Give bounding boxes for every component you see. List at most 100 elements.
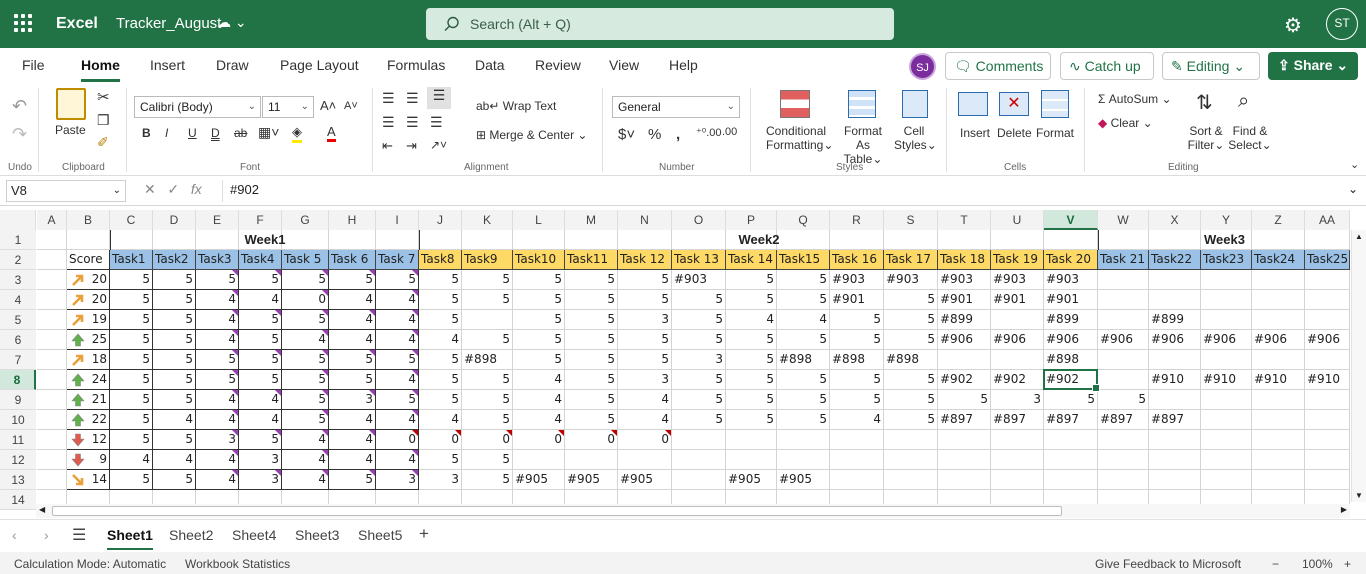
data-cell[interactable]: #905 bbox=[513, 470, 565, 490]
row-header[interactable]: 2 bbox=[0, 250, 36, 270]
sort-filter-label[interactable]: Sort & Filter⌄ bbox=[1186, 124, 1226, 152]
cell[interactable] bbox=[37, 310, 67, 330]
cell[interactable] bbox=[991, 470, 1044, 490]
cell[interactable] bbox=[37, 290, 67, 310]
column-header[interactable]: X bbox=[1149, 210, 1201, 230]
data-cell[interactable]: 5 bbox=[110, 310, 153, 330]
data-cell[interactable]: 5 bbox=[462, 390, 513, 410]
data-cell[interactable]: 4 bbox=[329, 290, 376, 310]
prev-sheet-icon[interactable]: ‹ bbox=[12, 527, 17, 543]
cell[interactable] bbox=[1149, 350, 1201, 370]
select-all-corner[interactable] bbox=[0, 210, 36, 230]
user-avatar[interactable]: ST bbox=[1326, 8, 1358, 40]
row-header[interactable]: 3 bbox=[0, 270, 36, 290]
data-cell[interactable]: 4 bbox=[196, 310, 239, 330]
header-cell[interactable]: Task 5 bbox=[282, 250, 329, 270]
data-cell[interactable]: #903 bbox=[1044, 270, 1098, 290]
header-cell[interactable]: Task 12 bbox=[618, 250, 672, 270]
data-cell[interactable]: 4 bbox=[196, 410, 239, 430]
data-cell[interactable]: 5 bbox=[777, 410, 830, 430]
cell-styles-icon[interactable] bbox=[902, 90, 928, 118]
data-cell[interactable]: 5 bbox=[153, 470, 196, 490]
data-cell[interactable]: #902 bbox=[991, 370, 1044, 390]
catch-up-button[interactable]: ∿ Catch up bbox=[1060, 52, 1154, 80]
data-cell[interactable]: 5 bbox=[726, 370, 777, 390]
data-cell[interactable]: 4 bbox=[329, 330, 376, 350]
cell[interactable] bbox=[1305, 430, 1350, 450]
header-cell[interactable]: Task 17 bbox=[884, 250, 938, 270]
bold-icon[interactable]: B bbox=[142, 126, 151, 140]
data-cell[interactable]: #899 bbox=[1149, 310, 1201, 330]
add-sheet-icon[interactable]: + bbox=[419, 524, 429, 544]
cell[interactable] bbox=[672, 430, 726, 450]
cell[interactable] bbox=[1305, 390, 1350, 410]
sheet-tab-4[interactable]: Sheet4 bbox=[232, 527, 276, 543]
data-cell[interactable]: 5 bbox=[239, 270, 282, 290]
font-color-icon[interactable]: A bbox=[327, 124, 336, 142]
data-cell[interactable]: 5 bbox=[419, 390, 462, 410]
decrease-indent-icon[interactable]: ⇤ bbox=[382, 138, 393, 154]
cell[interactable] bbox=[1044, 470, 1098, 490]
data-cell[interactable]: 4 bbox=[376, 410, 419, 430]
sheet-tab-3[interactable]: Sheet3 bbox=[295, 527, 339, 543]
data-cell[interactable]: 3 bbox=[419, 470, 462, 490]
data-cell[interactable]: 5 bbox=[110, 470, 153, 490]
data-cell[interactable]: 5 bbox=[110, 290, 153, 310]
data-cell[interactable]: 5 bbox=[565, 350, 618, 370]
scroll-up-icon[interactable]: ▲ bbox=[1355, 232, 1363, 241]
cell[interactable] bbox=[1098, 430, 1149, 450]
data-cell[interactable]: #910 bbox=[1201, 370, 1252, 390]
data-cell[interactable]: 5 bbox=[239, 310, 282, 330]
data-cell[interactable]: 5 bbox=[513, 350, 565, 370]
underline-icon[interactable]: U bbox=[188, 126, 197, 140]
column-header[interactable]: Y bbox=[1201, 210, 1252, 230]
data-cell[interactable]: 0 bbox=[462, 430, 513, 450]
cell[interactable] bbox=[1149, 470, 1201, 490]
data-cell[interactable]: 5 bbox=[565, 270, 618, 290]
data-cell[interactable]: #901 bbox=[991, 290, 1044, 310]
data-cell[interactable]: 3 bbox=[672, 350, 726, 370]
data-cell[interactable]: 5 bbox=[884, 330, 938, 350]
row-header[interactable]: 11 bbox=[0, 430, 36, 450]
data-cell[interactable]: 5 bbox=[777, 330, 830, 350]
data-cell[interactable]: 5 bbox=[565, 390, 618, 410]
header-cell[interactable]: Task8 bbox=[419, 250, 462, 270]
data-cell[interactable]: 5 bbox=[110, 350, 153, 370]
data-cell[interactable]: #910 bbox=[1305, 370, 1350, 390]
expand-formula-icon[interactable]: ⌄ bbox=[1348, 182, 1358, 196]
column-header[interactable]: F bbox=[239, 210, 282, 230]
align-right-icon[interactable]: ☰ bbox=[430, 114, 443, 131]
cell[interactable] bbox=[37, 390, 67, 410]
data-cell[interactable]: 4 bbox=[329, 430, 376, 450]
cell[interactable] bbox=[1305, 350, 1350, 370]
tab-file[interactable]: File bbox=[22, 57, 45, 73]
data-cell[interactable]: 5 bbox=[462, 370, 513, 390]
data-cell[interactable]: #901 bbox=[1044, 290, 1098, 310]
data-cell[interactable]: 5 bbox=[110, 270, 153, 290]
cell[interactable] bbox=[1149, 270, 1201, 290]
data-cell[interactable]: 4 bbox=[282, 450, 329, 470]
data-cell[interactable]: 0 bbox=[282, 290, 329, 310]
data-cell[interactable]: #903 bbox=[938, 270, 991, 290]
cell[interactable] bbox=[938, 450, 991, 470]
decrease-decimal-icon[interactable]: .00 bbox=[722, 126, 737, 138]
header-cell[interactable]: Task23 bbox=[1201, 250, 1252, 270]
cell[interactable] bbox=[830, 470, 884, 490]
cell[interactable] bbox=[1098, 450, 1149, 470]
data-cell[interactable]: #897 bbox=[1044, 410, 1098, 430]
format-painter-icon[interactable]: ✐ bbox=[97, 134, 109, 151]
data-cell[interactable]: 5 bbox=[726, 410, 777, 430]
data-cell[interactable]: #906 bbox=[938, 330, 991, 350]
data-cell[interactable]: 5 bbox=[1044, 390, 1098, 410]
percent-icon[interactable]: % bbox=[648, 126, 661, 143]
cell[interactable] bbox=[1149, 290, 1201, 310]
column-header[interactable]: P bbox=[726, 210, 777, 230]
fx-icon[interactable]: fx bbox=[191, 181, 202, 197]
comma-icon[interactable]: , bbox=[676, 126, 680, 143]
data-cell[interactable]: #898 bbox=[462, 350, 513, 370]
data-cell[interactable]: #898 bbox=[830, 350, 884, 370]
data-cell[interactable]: 5 bbox=[565, 290, 618, 310]
scroll-thumb[interactable] bbox=[52, 506, 1062, 516]
font-name-select[interactable]: Calibri (Body) ⌄ bbox=[134, 96, 261, 118]
data-cell[interactable]: 4 bbox=[329, 450, 376, 470]
